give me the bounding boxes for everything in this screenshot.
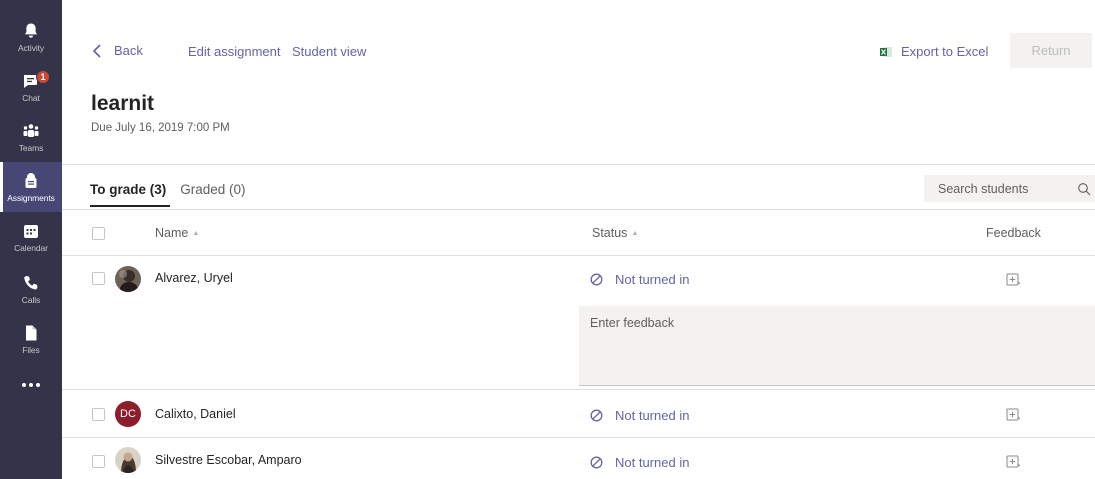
rail-label: Activity [17,42,45,53]
student-name[interactable]: Silvestre Escobar, Amparo [155,453,302,467]
rail-label: Teams [18,142,44,153]
table-row[interactable]: DC Calixto, Daniel Not turned in [62,391,1095,438]
student-name[interactable]: Alvarez, Uryel [155,271,233,285]
rail-item-assignments[interactable]: Assignments [0,162,62,212]
sort-up-icon: ▲ [631,230,639,237]
status-text: Not turned in [615,272,690,287]
student-view-link[interactable]: Student view [292,44,366,59]
not-turned-in-icon [590,273,603,286]
table-header: Name ▲ Status ▲ Feedback [62,209,1095,256]
export-label: Export to Excel [901,44,989,59]
status-link[interactable]: Not turned in [590,272,689,287]
rail-item-calendar[interactable]: Calendar [0,212,62,262]
search-input[interactable] [938,181,1063,196]
phone-icon [24,275,38,289]
status-text: Not turned in [615,408,690,423]
status-header-label: Status [592,226,628,240]
search-box [924,175,1095,202]
calendar-icon [24,224,38,238]
bell-icon [25,23,37,38]
rail-item-chat[interactable]: Chat 1 [0,62,62,112]
assignments-icon [25,172,37,188]
tab-to-grade[interactable]: To grade (3) [90,182,171,207]
status-link[interactable]: Not turned in [590,408,689,423]
rail-label: Files [22,344,40,355]
due-date: Due July 16, 2019 7:00 PM [91,122,230,134]
more-apps-icon[interactable] [0,372,62,398]
table-row[interactable]: Silvestre Escobar, Amparo Not turned in [62,438,1095,479]
rail-label: Calendar [14,242,48,253]
app-rail: Activity Chat 1 Teams Assignments Calend… [0,0,62,479]
not-turned-in-icon [590,409,603,422]
row-checkbox[interactable] [92,408,105,421]
assignment-title: learnit [91,92,155,115]
teams-icon [23,123,39,137]
add-feedback-icon[interactable] [1006,408,1020,422]
grading-section: To grade (3) Graded (0) Name▲ Status▲ Fe… [62,164,1095,479]
rail-item-activity[interactable]: Activity [0,12,62,62]
rail-label: Assignments [7,192,55,203]
avatar [115,266,141,292]
avatar-initials: DC [120,408,136,420]
files-icon [26,325,37,340]
status-column-header[interactable]: Status ▲ [592,226,638,240]
avatar [115,447,141,473]
top-toolbar: Back Edit assignment Student view Export… [62,0,1095,68]
student-name[interactable]: Calixto, Daniel [155,407,236,421]
search-icon[interactable] [1077,182,1091,196]
return-button[interactable]: Return [1010,33,1092,68]
excel-icon [880,46,892,57]
rail-item-files[interactable]: Files [0,314,62,364]
name-header-label: Name [155,226,189,240]
rail-label: Calls [21,294,41,305]
grading-tabs: To grade (3) Graded (0) [90,182,260,207]
edit-assignment-link[interactable]: Edit assignment [188,44,281,59]
tab-graded[interactable]: Graded (0) [180,182,245,207]
add-feedback-icon[interactable] [1006,455,1020,469]
status-link[interactable]: Not turned in [590,455,689,470]
select-all-checkbox[interactable] [92,227,105,240]
add-feedback-icon[interactable] [1006,273,1020,287]
feedback-column-header: Feedback [986,226,1041,240]
rail-item-calls[interactable]: Calls [0,264,62,314]
sort-up-icon: ▲ [192,230,200,237]
row-checkbox[interactable] [92,272,105,285]
row-checkbox[interactable] [92,455,105,468]
feedback-box [579,306,1095,386]
back-label: Back [114,43,143,58]
not-turned-in-icon [590,456,603,469]
table-row[interactable]: Alvarez, Uryel Not turned in [62,256,1095,390]
chevron-left-icon [92,43,101,58]
status-text: Not turned in [615,455,690,470]
rail-item-teams[interactable]: Teams [0,112,62,162]
rail-label: Chat [22,92,40,103]
export-to-excel-button[interactable]: Export to Excel [880,44,988,59]
assignment-grading-view: Back Edit assignment Student view Export… [62,0,1095,479]
name-column-header[interactable]: Name ▲ [155,226,199,240]
avatar: DC [115,401,141,427]
feedback-input[interactable] [579,306,1095,385]
back-button[interactable]: Back [92,43,143,58]
notification-badge: 1 [36,70,50,84]
